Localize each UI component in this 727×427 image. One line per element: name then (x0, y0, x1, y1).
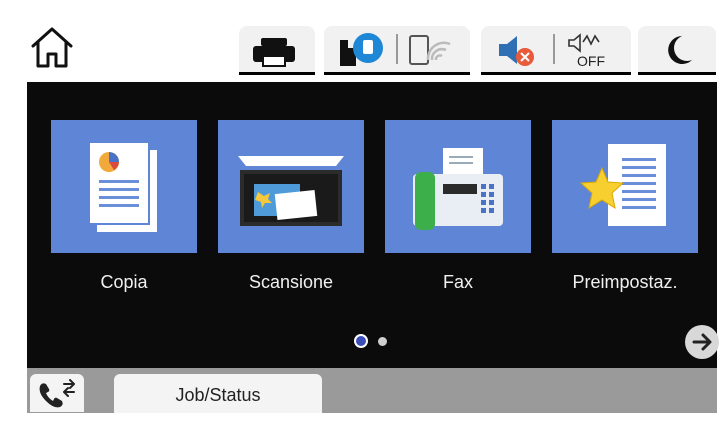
fax-transmission-tab[interactable] (30, 374, 84, 412)
scan-label: Scansione (248, 272, 334, 292)
next-page-button[interactable] (685, 325, 719, 359)
presets-star-icon (579, 144, 666, 226)
phone-transfer-icon (39, 379, 75, 408)
page-dot-active-ring (354, 334, 368, 348)
copy-label: Copia (100, 272, 148, 292)
printer-panel: OFF Copia Scansione Fax Preimpostaz. Job… (0, 0, 727, 427)
wifi-off-icon (409, 35, 451, 65)
sound-status-button[interactable]: OFF (481, 26, 631, 75)
scan-tile[interactable] (218, 120, 364, 253)
fax-icon (413, 148, 503, 230)
printer-status-button[interactable] (239, 26, 315, 75)
scanner-icon (238, 156, 344, 226)
copy-tile[interactable] (51, 120, 197, 253)
sound-muted-icon (499, 36, 534, 66)
presets-label: Preimpostaz. (572, 272, 678, 292)
bluetooth-device-icon (340, 33, 383, 66)
sleep-button[interactable] (638, 26, 716, 75)
sleep-moon-icon (668, 36, 692, 64)
quiet-mode-off-icon: OFF (568, 33, 605, 69)
fax-tile[interactable] (385, 120, 531, 253)
printer-icon (253, 38, 295, 67)
network-status-button[interactable] (324, 26, 470, 75)
status-bar: OFF (0, 0, 727, 80)
home-icon[interactable] (27, 22, 77, 72)
svg-text:OFF: OFF (577, 53, 605, 69)
page-dot[interactable] (378, 337, 387, 346)
tab-job-status-label: Job/Status (175, 385, 261, 405)
arrow-right-icon (692, 333, 712, 351)
presets-tile[interactable] (552, 120, 698, 253)
copy-icon (88, 141, 157, 232)
divider (553, 34, 555, 64)
home-menu: Copia Scansione Fax Preimpostaz. (27, 82, 719, 368)
tab-job-status[interactable]: Job/Status (114, 374, 322, 413)
divider (396, 34, 398, 64)
fax-label: Fax (442, 272, 473, 292)
